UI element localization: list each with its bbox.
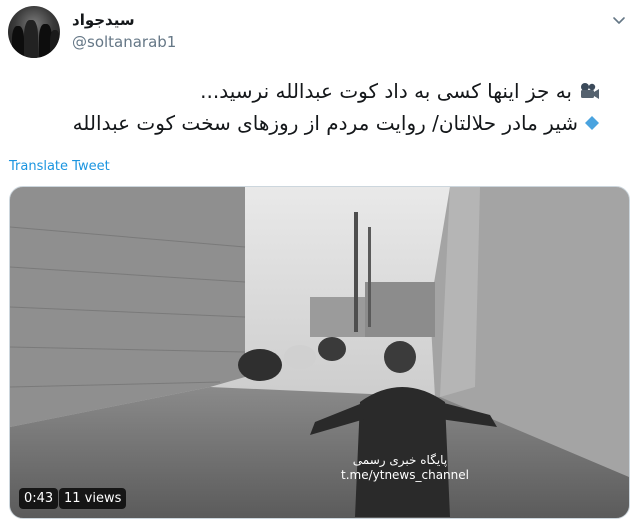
video-watermark-persian: پایگاه خبری رسمی (353, 453, 447, 468)
video-duration-badge: 0:43 (19, 488, 59, 509)
video-views-badge: 11 views (59, 488, 127, 509)
translate-tweet-link[interactable]: Translate Tweet (9, 159, 110, 174)
tweet-line-2: شیر مادر حلالتان/ روایت مردم از روزهای س… (20, 108, 600, 140)
tweet-line-1: به جز اینها کسی به داد کوت عبدالله نرسید… (20, 76, 600, 108)
blue-diamond-icon (584, 109, 600, 139)
chevron-down-icon[interactable] (611, 12, 627, 28)
tweet-line-2-text: شیر مادر حلالتان/ روایت مردم از روزهای س… (72, 110, 578, 135)
author-display-name[interactable]: سیدجواد (72, 11, 135, 29)
tweet-line-1-text: به جز اینها کسی به داد کوت عبدالله نرسید… (200, 79, 572, 103)
author-avatar[interactable] (8, 6, 60, 58)
video-watermark-url: t.me/ytnews_channel (341, 468, 469, 482)
video-player[interactable]: پایگاه خبری رسمی t.me/ytnews_channel (9, 186, 630, 519)
movie-camera-icon (578, 78, 600, 108)
author-handle[interactable]: @soltanarab1 (72, 33, 176, 51)
tweet-text: به جز اینها کسی به داد کوت عبدالله نرسید… (20, 76, 600, 139)
video-frame: پایگاه خبری رسمی t.me/ytnews_channel (10, 187, 629, 518)
